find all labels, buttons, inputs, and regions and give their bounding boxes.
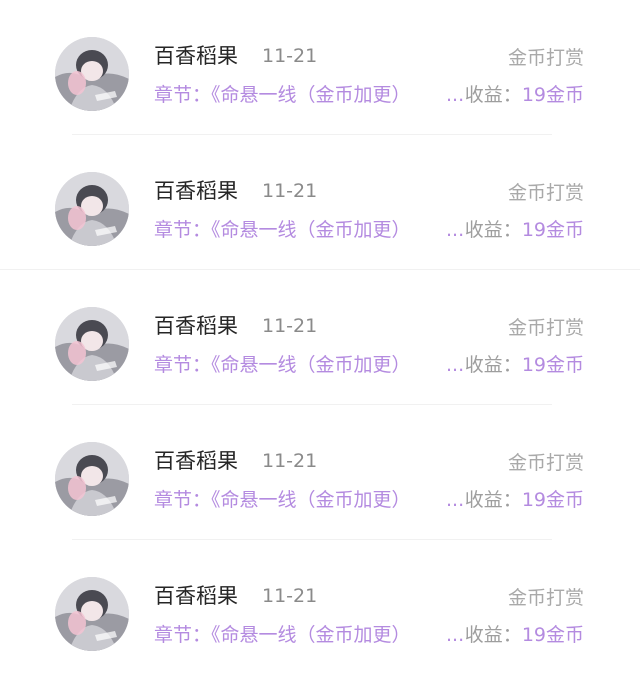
user-avatar-icon — [55, 307, 129, 381]
reward-type: 金币打赏 — [507, 47, 584, 69]
income-value: 19金币 — [521, 84, 584, 106]
income-label: 收益： — [464, 219, 522, 241]
reward-type: 金币打赏 — [507, 182, 584, 204]
user-name[interactable]: 百香稻果 — [154, 177, 238, 205]
reward-date: 11-21 — [262, 315, 318, 337]
list-item[interactable]: 百香稻果 11-21 金币打赏 章节：《命悬一线（金币加更） ... 收益：19… — [0, 0, 640, 135]
reward-record-list: 百香稻果 11-21 金币打赏 章节：《命悬一线（金币加更） ... 收益：19… — [0, 0, 640, 670]
avatar[interactable] — [55, 577, 129, 651]
avatar[interactable] — [55, 307, 129, 381]
chapter-ellipsis: ... — [446, 489, 465, 511]
reward-date: 11-21 — [262, 585, 318, 607]
list-item[interactable]: 百香稻果 11-21 金币打赏 章节：《命悬一线（金币加更） ... 收益：19… — [0, 405, 640, 540]
user-avatar-icon — [55, 442, 129, 516]
user-name[interactable]: 百香稻果 — [154, 447, 238, 475]
chapter-link[interactable]: 章节：《命悬一线（金币加更） — [154, 81, 464, 109]
income: 收益：19金币 — [465, 351, 584, 379]
chapter-link[interactable]: 章节：《命悬一线（金币加更） — [154, 351, 464, 379]
avatar[interactable] — [55, 37, 129, 111]
avatar[interactable] — [55, 442, 129, 516]
chapter-link[interactable]: 章节：《命悬一线（金币加更） — [154, 621, 464, 649]
income: 收益：19金币 — [465, 81, 584, 109]
reward-date: 11-21 — [262, 180, 318, 202]
user-avatar-icon — [55, 577, 129, 651]
user-avatar-icon — [55, 37, 129, 111]
income-value: 19金币 — [521, 354, 584, 376]
list-item[interactable]: 百香稻果 11-21 金币打赏 章节：《命悬一线（金币加更） ... 收益：19… — [0, 135, 640, 270]
list-item[interactable]: 百香稻果 11-21 金币打赏 章节：《命悬一线（金币加更） ... 收益：19… — [0, 540, 640, 675]
reward-type: 金币打赏 — [507, 317, 584, 339]
income-value: 19金币 — [521, 219, 584, 241]
income-label: 收益： — [464, 624, 522, 646]
income-label: 收益： — [464, 84, 522, 106]
chapter-link[interactable]: 章节：《命悬一线（金币加更） — [154, 216, 464, 244]
reward-date: 11-21 — [262, 45, 318, 67]
income: 收益：19金币 — [465, 621, 584, 649]
income: 收益：19金币 — [465, 486, 584, 514]
reward-type: 金币打赏 — [507, 587, 584, 609]
chapter-ellipsis: ... — [446, 624, 465, 646]
reward-date: 11-21 — [262, 450, 318, 472]
user-name[interactable]: 百香稻果 — [154, 312, 238, 340]
user-avatar-icon — [55, 172, 129, 246]
income-label: 收益： — [464, 354, 522, 376]
chapter-ellipsis: ... — [446, 219, 465, 241]
user-name[interactable]: 百香稻果 — [154, 582, 238, 610]
avatar[interactable] — [55, 172, 129, 246]
income: 收益：19金币 — [465, 216, 584, 244]
income-value: 19金币 — [521, 489, 584, 511]
chapter-link[interactable]: 章节：《命悬一线（金币加更） — [154, 486, 464, 514]
user-name[interactable]: 百香稻果 — [154, 42, 238, 70]
chapter-ellipsis: ... — [446, 354, 465, 376]
reward-type: 金币打赏 — [507, 452, 584, 474]
list-item[interactable]: 百香稻果 11-21 金币打赏 章节：《命悬一线（金币加更） ... 收益：19… — [0, 270, 640, 405]
income-value: 19金币 — [521, 624, 584, 646]
chapter-ellipsis: ... — [446, 84, 465, 106]
income-label: 收益： — [464, 489, 522, 511]
